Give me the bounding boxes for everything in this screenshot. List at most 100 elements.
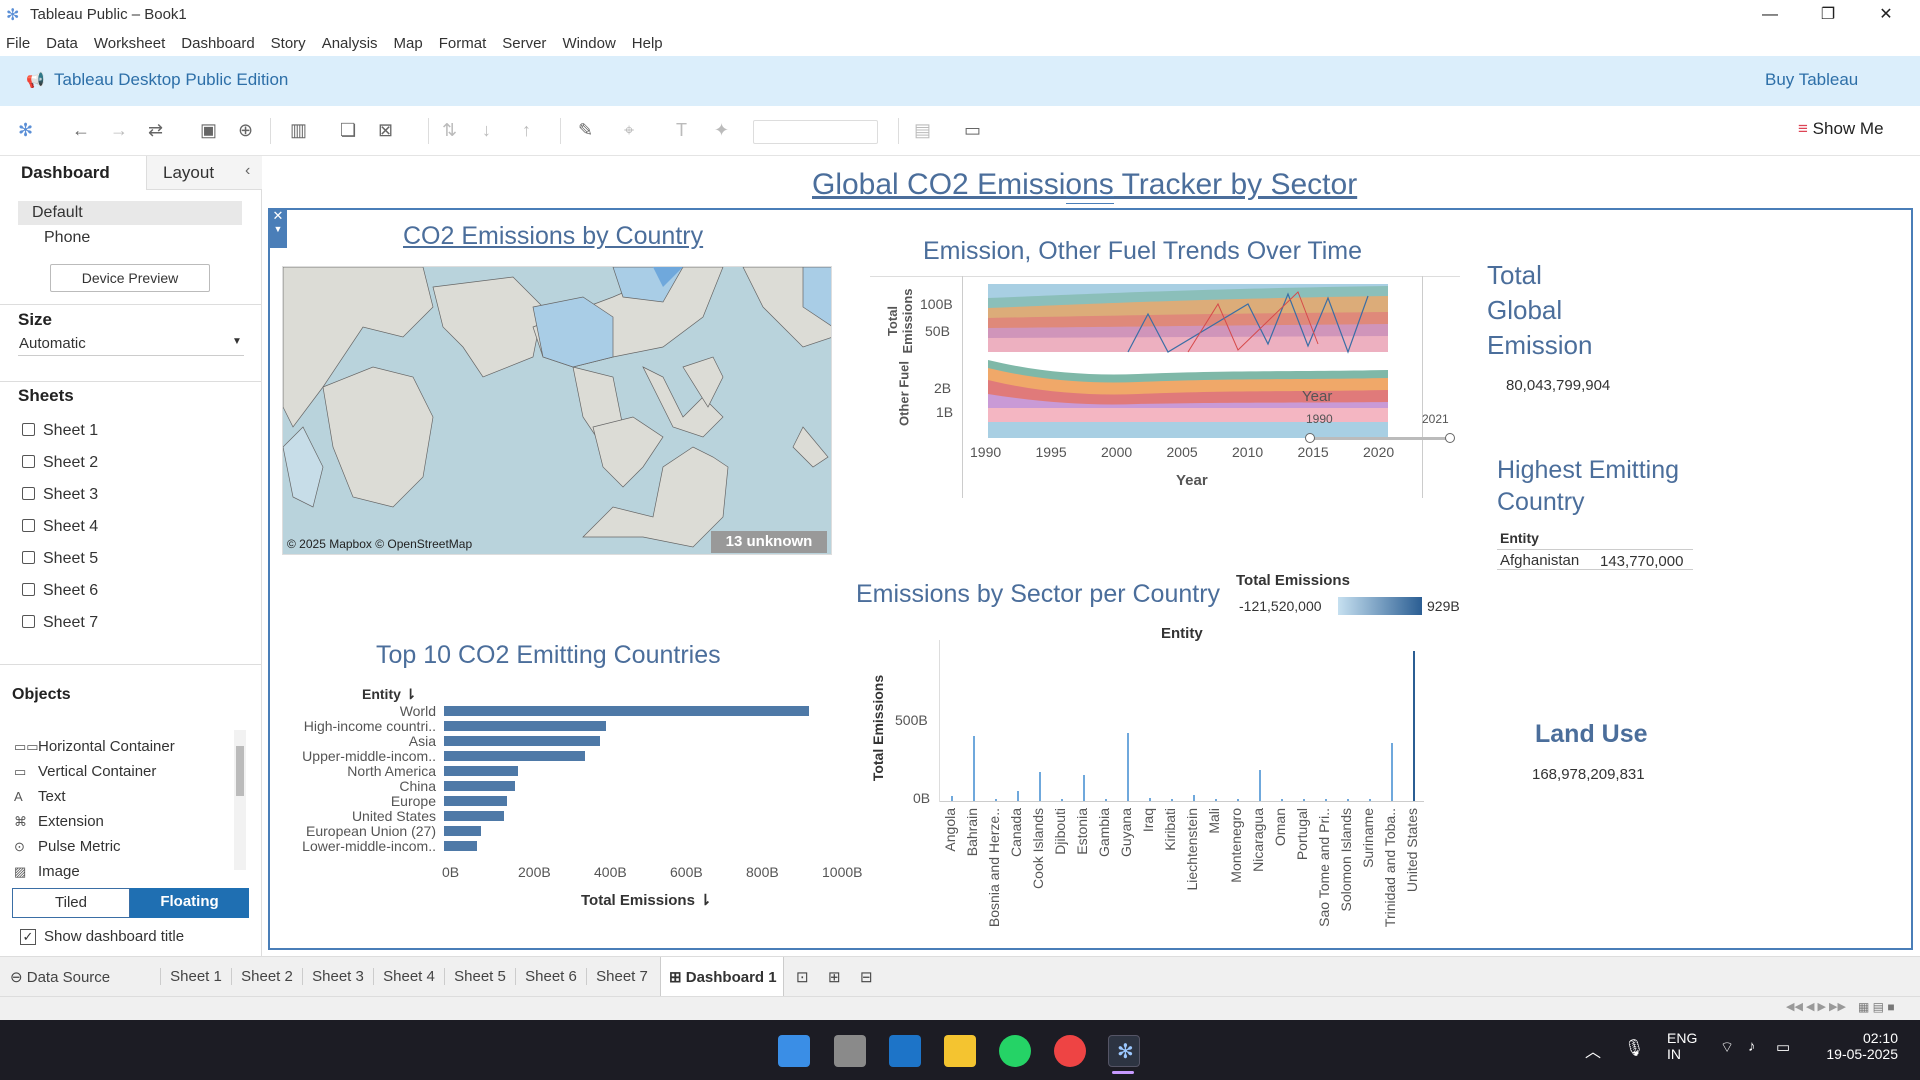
year-filter-handle-max[interactable] [1445,433,1455,443]
more-options-icon[interactable]: ▼ [269,224,287,234]
object-item[interactable]: ⌘ Extension [14,813,175,838]
kpi-highest-row[interactable]: Afghanistan 143,770,000 [1497,549,1693,570]
sheet-list-item[interactable]: Sheet 3 [22,486,98,518]
sector-bar[interactable] [1303,799,1305,801]
sector-bar[interactable] [1259,770,1261,801]
device-default[interactable]: Default [18,201,242,225]
top10-chart[interactable]: World High-income countri.. Asia Upper-midd… [282,703,832,854]
sheet-tab[interactable]: Sheet 4 [373,968,444,985]
menu-item[interactable]: Help [632,35,663,52]
menu-item[interactable]: File [6,35,30,52]
store-icon[interactable] [889,1035,921,1067]
swap-icon[interactable]: ⇅ [442,120,457,141]
chrome-icon[interactable] [1054,1035,1086,1067]
size-dropdown[interactable]: Automatic ▼ [18,334,244,356]
sector-bar[interactable] [1017,791,1019,801]
object-item[interactable]: ⊙ Pulse Metric [14,838,175,863]
sheet-tab[interactable]: Sheet 1 [160,968,231,985]
floating-button[interactable]: Floating [130,888,249,918]
top10-bar[interactable] [444,721,606,731]
sheet-tab[interactable]: Sheet 5 [444,968,515,985]
tableau-taskbar-icon[interactable]: ✻ [1108,1035,1140,1067]
sector-bar[interactable] [1039,771,1041,801]
top10-bar[interactable] [444,781,515,791]
undo-icon[interactable]: ← [72,120,90,141]
object-item[interactable]: A Text [14,788,175,813]
show-me-button[interactable]: ≡ Show Me [1798,119,1884,139]
volume-icon[interactable]: ♪ [1748,1038,1756,1055]
sheet-tab[interactable]: Sheet 3 [302,968,373,985]
sector-bar[interactable] [1193,794,1195,801]
sector-bar[interactable] [1237,799,1239,801]
file-explorer-icon[interactable] [944,1035,976,1067]
sector-bar[interactable] [1171,798,1173,801]
tab-dashboard-1[interactable]: ⊞ Dashboard 1 [660,957,784,997]
language-indicator[interactable]: ENG IN [1667,1030,1697,1062]
pin-icon[interactable]: ✦ [714,120,729,141]
view-toggle-icons[interactable]: ▦ ▤ ■ [1858,1000,1895,1014]
windows-start-icon[interactable] [778,1035,810,1067]
highlight-icon[interactable]: ✎ [578,120,593,141]
whatsapp-icon[interactable] [999,1035,1031,1067]
drag-handle[interactable] [1066,196,1114,204]
sector-bar[interactable] [973,736,975,801]
minimize-button[interactable]: — [1742,0,1798,30]
wifi-icon[interactable]: ⌔ [1720,1038,1734,1057]
sheet-list-item[interactable]: Sheet 2 [22,454,98,486]
sector-bar[interactable] [1061,799,1063,801]
sheet-list-item[interactable]: Sheet 4 [22,518,98,550]
tiled-button[interactable]: Tiled [12,888,130,918]
microphone-icon[interactable]: 🎙 [1624,1038,1644,1058]
sheet-tab[interactable]: Sheet 2 [231,968,302,985]
sheet-list-item[interactable]: Sheet 6 [22,582,98,614]
tab-data-source[interactable]: ⊖ Data Source [10,968,110,986]
new-story-tab-icon[interactable]: ⊟ [860,968,873,986]
sheet-list-item[interactable]: Sheet 1 [22,422,98,454]
sector-bar[interactable] [1215,799,1217,801]
menu-item[interactable]: Analysis [322,35,378,52]
tab-layout[interactable]: Layout ‹ [146,156,262,190]
save-icon[interactable]: ▣ [200,120,217,141]
new-datasource-icon[interactable]: ⊕ [238,120,253,141]
sector-bar[interactable] [1391,742,1393,801]
top10-bar[interactable] [444,796,508,806]
tab-dashboard[interactable]: Dashboard [0,156,145,190]
top10-bar[interactable] [444,841,478,851]
menu-item[interactable]: Dashboard [181,35,254,52]
device-phone[interactable]: Phone [44,229,90,247]
menu-item[interactable]: Worksheet [94,35,165,52]
top10-column-header[interactable]: Entity ⇂ [362,686,417,703]
unknown-indicator[interactable]: 13 unknown [711,531,827,553]
year-filter-handle-min[interactable] [1305,433,1315,443]
menu-item[interactable]: Server [502,35,546,52]
object-item[interactable]: ▨ Image [14,863,175,888]
group-icon[interactable]: ⌖ [624,120,634,141]
top10-bar[interactable] [444,736,601,746]
container-controls[interactable]: ✕ ▼ [269,208,287,248]
replace-data-icon[interactable]: ⇄ [148,120,163,141]
presentation-icon[interactable]: ▭ [964,120,981,141]
menu-item[interactable]: Map [394,35,423,52]
new-worksheet-tab-icon[interactable]: ⊡ [796,968,809,986]
sector-bar[interactable] [995,799,997,801]
task-view-icon[interactable] [834,1035,866,1067]
sector-bar[interactable] [1083,775,1085,801]
sector-bar[interactable] [1347,799,1349,801]
label-icon[interactable]: T [676,120,687,141]
menu-item[interactable]: Window [562,35,615,52]
sheet-navigation-icons[interactable]: ◀◀ ◀ ▶ ▶▶ [1786,1000,1846,1013]
year-filter-slider[interactable] [1308,437,1448,440]
device-preview-button[interactable]: Device Preview [50,264,210,292]
sector-bar[interactable] [951,796,953,801]
sector-bar[interactable] [1413,651,1415,801]
sector-bar[interactable] [1127,733,1129,801]
sector-bar[interactable] [1325,799,1327,801]
battery-icon[interactable]: ▭ [1776,1038,1790,1056]
sector-bar[interactable] [1281,798,1283,801]
clock[interactable]: 02:10 19-05-2025 [1818,1030,1898,1062]
top10-bar[interactable] [444,826,482,836]
sheet-list-item[interactable]: Sheet 5 [22,550,98,582]
clear-sheet-icon[interactable]: ⊠ [378,120,393,141]
menu-item[interactable]: Data [46,35,78,52]
maximize-button[interactable]: ❐ [1800,0,1856,30]
